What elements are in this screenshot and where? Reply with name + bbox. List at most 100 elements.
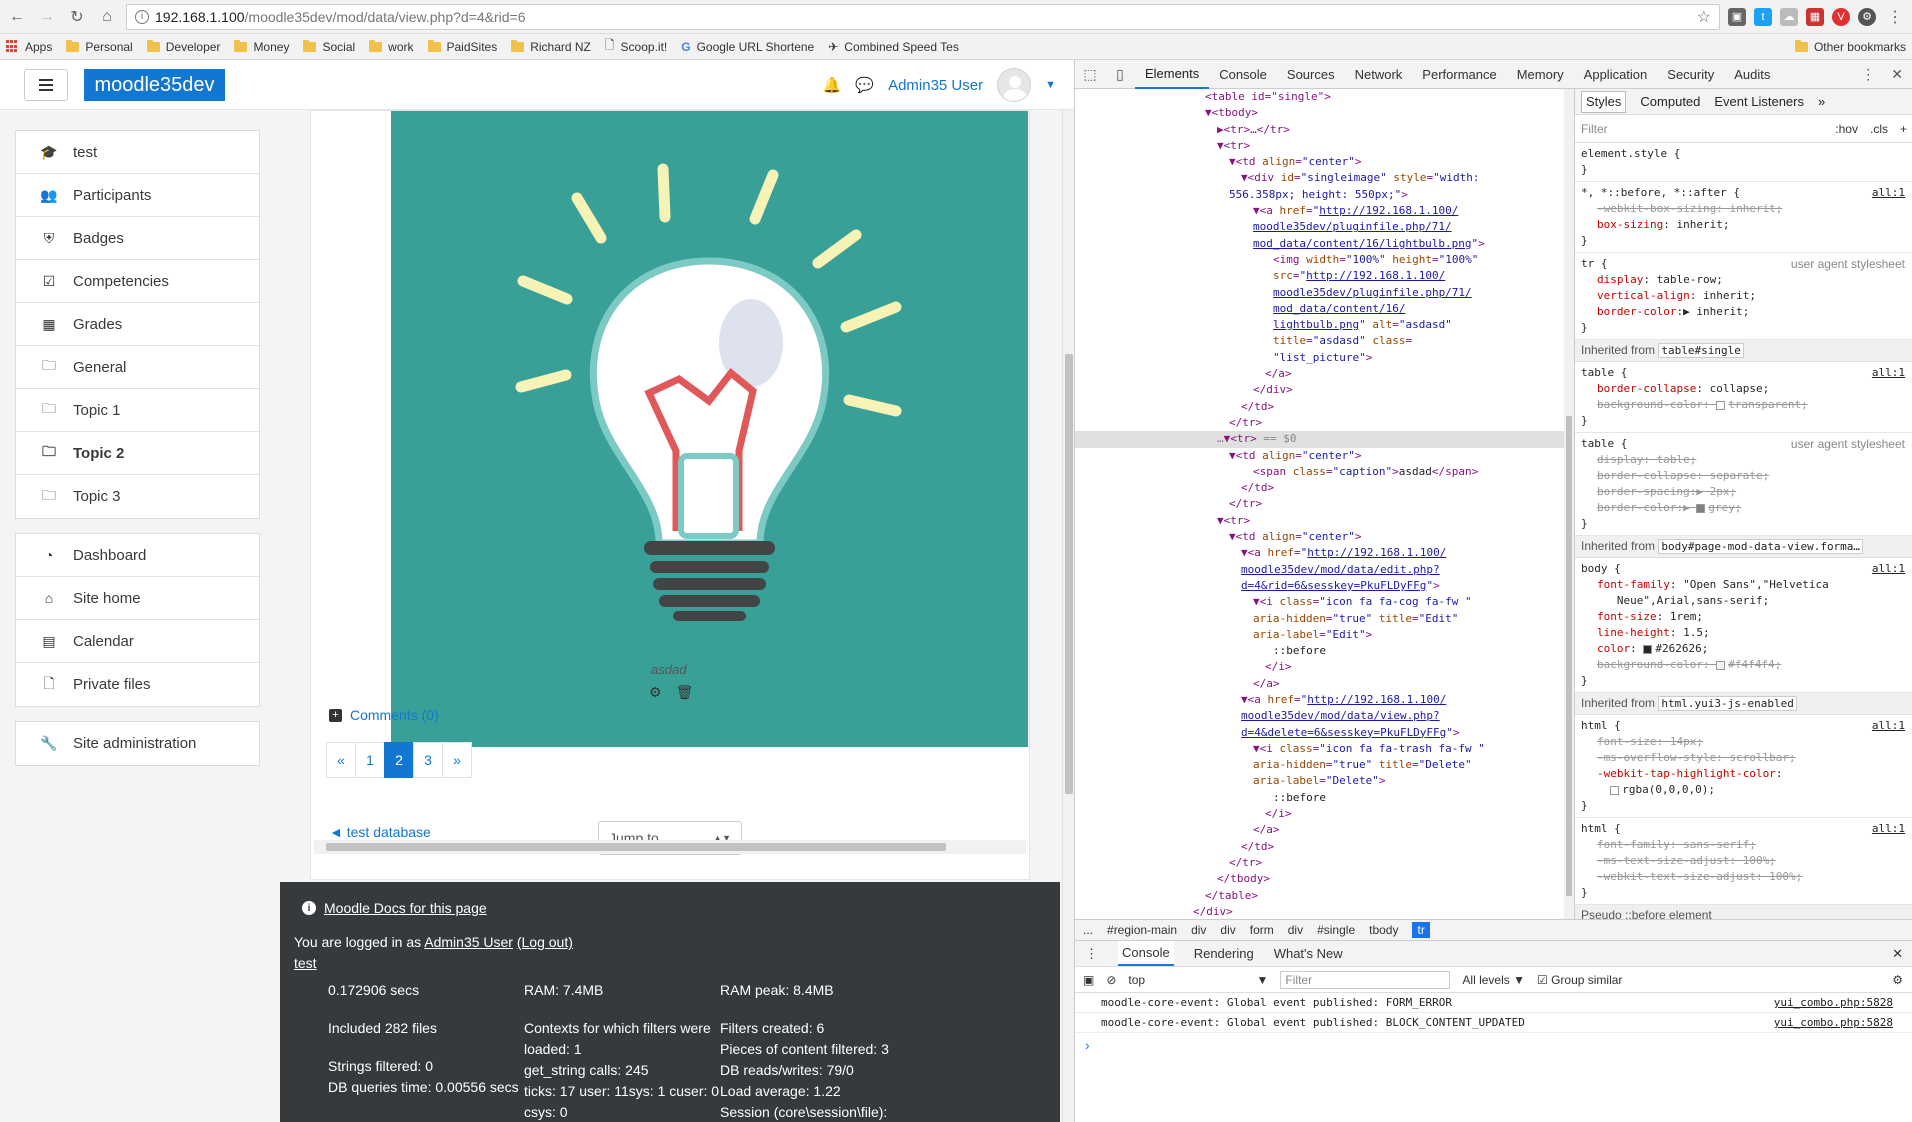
bookmark-personal[interactable]: Personal <box>66 39 133 54</box>
crumb[interactable]: form <box>1250 923 1274 937</box>
tab-memory[interactable]: Memory <box>1507 60 1574 89</box>
console-settings-icon[interactable]: ⚙ <box>1892 973 1912 987</box>
more-tabs-icon[interactable]: » <box>1818 94 1825 110</box>
group-similar-checkbox[interactable]: ☑ Group similar <box>1537 973 1622 987</box>
hover-state-toggle[interactable]: :hov <box>1835 121 1858 137</box>
inspect-icon[interactable]: ⬚ <box>1075 60 1105 89</box>
logout-link[interactable]: (Log out) <box>517 934 573 950</box>
style-rule[interactable]: *, *::before, *::after {all:1 -webkit-bo… <box>1575 182 1912 253</box>
bookmark-richard-nz[interactable]: Richard NZ <box>511 39 591 54</box>
reload-icon[interactable]: ↻ <box>66 6 88 28</box>
bookmark-speed-test[interactable]: ✈ Combined Speed Tes <box>828 40 959 54</box>
bookmark-scoopit[interactable]: 🗋 Scoop.it! <box>605 36 667 57</box>
crumb[interactable]: #region-main <box>1107 923 1177 937</box>
clear-console-icon[interactable]: ⊘ <box>1106 973 1116 987</box>
tab-network[interactable]: Network <box>1345 60 1413 89</box>
bookmark-money[interactable]: Money <box>234 39 289 54</box>
sidebar-item-topic-2[interactable]: 🗀 Topic 2 <box>16 432 259 475</box>
docs-link-text[interactable]: Moodle Docs for this page <box>324 900 487 916</box>
user-menu-name[interactable]: Admin35 User <box>888 77 983 94</box>
new-rule-button[interactable]: + <box>1900 121 1907 137</box>
chat-icon[interactable]: 💬 <box>855 76 874 94</box>
bookmark-work[interactable]: work <box>369 39 414 54</box>
info-icon[interactable]: i <box>135 9 149 24</box>
back-icon[interactable]: ← <box>6 6 28 28</box>
page-1[interactable]: 1 <box>355 742 385 778</box>
edit-cog-icon[interactable]: ⚙ <box>649 684 662 701</box>
single-image[interactable] <box>391 111 1028 747</box>
tab-console[interactable]: Console <box>1209 60 1277 89</box>
sidebar-item-test[interactable]: 🎓 test <box>16 131 259 174</box>
console-filter-input[interactable]: Filter <box>1280 970 1451 989</box>
sidebar-item-grades[interactable]: ▦ Grades <box>16 303 259 346</box>
caret-down-icon[interactable]: ▼ <box>1045 79 1056 91</box>
tab-audits[interactable]: Audits <box>1724 60 1780 89</box>
crumb[interactable]: div <box>1220 923 1235 937</box>
crumb-selected[interactable]: tr <box>1412 922 1430 938</box>
twitter-icon[interactable]: t <box>1754 7 1772 26</box>
device-toggle-icon[interactable]: ▯ <box>1105 60 1135 89</box>
drawer-toggle-button[interactable] <box>24 69 68 101</box>
bookmark-apps[interactable]: Apps <box>6 40 52 54</box>
tab-application[interactable]: Application <box>1574 60 1658 89</box>
horizontal-scrollbar[interactable] <box>314 840 1026 854</box>
vivaldi-icon[interactable]: V <box>1832 7 1850 26</box>
console-prompt[interactable]: › <box>1075 1037 1912 1053</box>
course-home-link[interactable]: test <box>294 955 317 971</box>
style-rule[interactable]: html {all:1 font-size: 14px; -ms-overflo… <box>1575 715 1912 818</box>
style-rule[interactable]: table {user agent stylesheet display: ta… <box>1575 433 1912 536</box>
sidebar-toggle-icon[interactable]: ▣ <box>1083 973 1094 987</box>
tab-security[interactable]: Security <box>1657 60 1724 89</box>
site-brand[interactable]: moodle35dev <box>84 69 225 101</box>
crumb[interactable]: div <box>1191 923 1206 937</box>
page-3[interactable]: 3 <box>413 742 443 778</box>
page-next[interactable]: » <box>442 742 472 778</box>
trash-icon[interactable]: 🗑 <box>676 684 694 701</box>
settings-ext-icon[interactable]: ⚙ <box>1858 7 1876 26</box>
sidebar-item-competencies[interactable]: ☑ Competencies <box>16 260 259 303</box>
crumb[interactable]: div <box>1288 923 1303 937</box>
close-icon[interactable]: ✕ <box>1891 66 1903 83</box>
styles-filter[interactable]: Filter :hov .cls + <box>1575 115 1912 143</box>
elements-scrollbar[interactable] <box>1564 89 1574 919</box>
avatar[interactable] <box>997 68 1032 102</box>
bookmark-social[interactable]: Social <box>303 39 355 54</box>
calendar-ext-icon[interactable]: ▦ <box>1806 7 1824 26</box>
style-rule[interactable]: html {all:1 font-family: sans-serif; -ms… <box>1575 818 1912 905</box>
tab-elements[interactable]: Elements <box>1135 60 1210 89</box>
crumb[interactable]: ... <box>1083 923 1093 937</box>
style-rule[interactable]: table {all:1 border-collapse: collapse; … <box>1575 362 1912 433</box>
back-to-database-link[interactable]: ◄ test database <box>329 824 431 840</box>
levels-select[interactable]: All levels ▼ <box>1462 973 1525 987</box>
tab-styles[interactable]: Styles <box>1581 90 1627 113</box>
sidebar-item-dashboard[interactable]: ◔ Dashboard <box>16 534 259 577</box>
address-bar[interactable]: i 192.168.1.100/moodle35dev/mod/data/vie… <box>126 3 1720 30</box>
menu-kebab-icon[interactable]: ⋮ <box>1884 6 1906 28</box>
cloud-icon[interactable]: ☁ <box>1780 7 1798 26</box>
logged-user-link[interactable]: Admin35 User <box>424 934 513 950</box>
extension-icon[interactable]: ▣ <box>1728 7 1746 26</box>
drawer-tab-console[interactable]: Console <box>1118 941 1174 966</box>
sidebar-item-general[interactable]: 🗀 General <box>16 346 259 389</box>
crumb[interactable]: #single <box>1317 923 1355 937</box>
crumb[interactable]: tbody <box>1369 923 1398 937</box>
page-2[interactable]: 2 <box>384 742 414 778</box>
tab-computed[interactable]: Computed <box>1640 94 1700 110</box>
drawer-tab-rendering[interactable]: Rendering <box>1194 946 1254 961</box>
home-icon[interactable]: ⌂ <box>96 6 118 28</box>
log-source-link[interactable]: yui_combo.php:5828 <box>1774 1016 1893 1029</box>
moodle-docs-link[interactable]: i Moodle Docs for this page <box>302 900 487 916</box>
sidebar-item-private-files[interactable]: 🗋 Private files <box>16 663 259 706</box>
style-rule[interactable]: body {all:1 font-family: "Open Sans","He… <box>1575 558 1912 693</box>
sidebar-item-site-administration[interactable]: 🔧 Site administration <box>16 722 259 765</box>
elements-tree[interactable]: <table id="single"> ▼<tbody> ▶<tr>…</tr>… <box>1075 89 1575 919</box>
log-source-link[interactable]: yui_combo.php:5828 <box>1774 996 1893 1009</box>
sidebar-item-calendar[interactable]: ▤ Calendar <box>16 620 259 663</box>
drawer-menu-icon[interactable]: ⋮ <box>1085 946 1098 962</box>
bookmark-star-icon[interactable]: ☆ <box>1697 7 1711 27</box>
sidebar-item-topic-3[interactable]: 🗀 Topic 3 <box>16 475 259 518</box>
style-rule[interactable]: tr {user agent stylesheet display: table… <box>1575 253 1912 340</box>
bookmark-paidsites[interactable]: PaidSites <box>427 39 497 54</box>
page-prev[interactable]: « <box>326 742 356 778</box>
sidebar-item-participants[interactable]: 👥 Participants <box>16 174 259 217</box>
